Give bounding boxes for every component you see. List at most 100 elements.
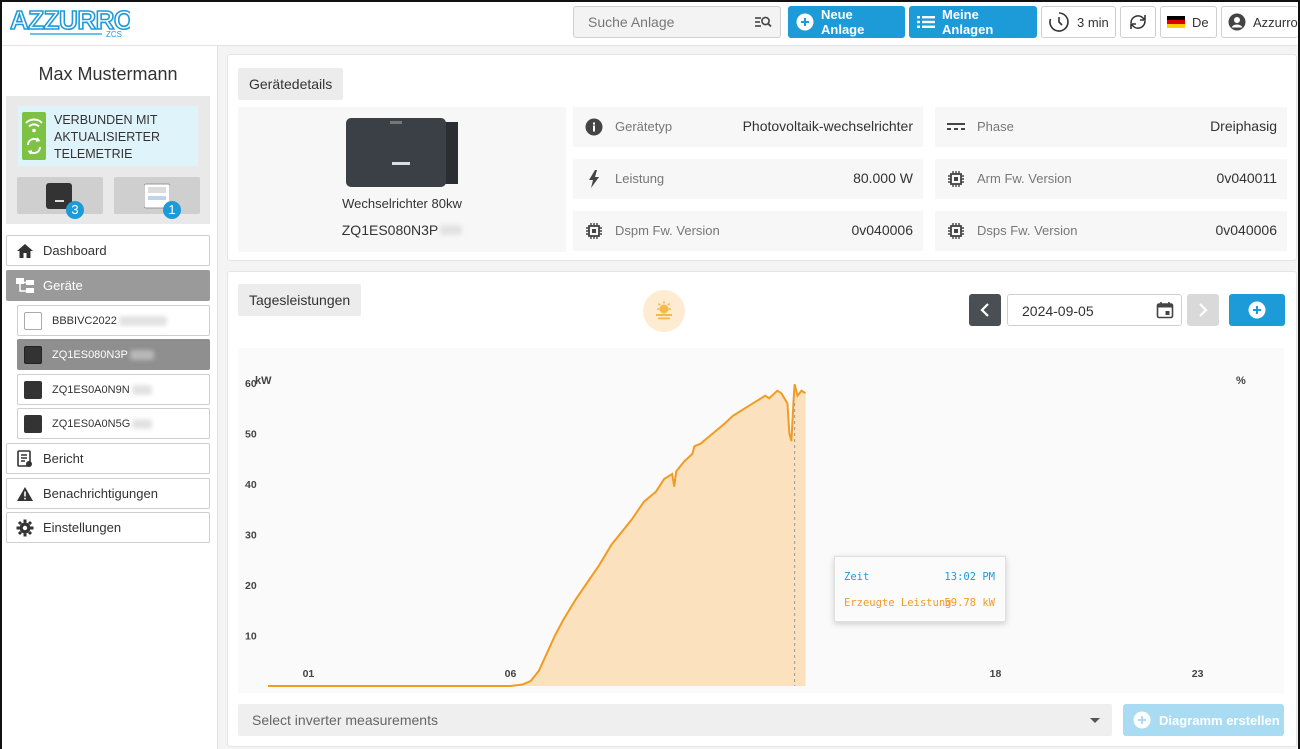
dspm-fw-value: 0v040006 [851,222,913,238]
device-label: BBBIVC2022 [52,314,117,327]
date-value: 2024-09-05 [1022,303,1094,319]
user-name: Max Mustermann [38,64,178,84]
device-details-panel: Gerätedetails Wechselrichter 80kw ZQ1ES0… [227,54,1297,261]
language-button[interactable]: De [1160,6,1217,38]
nav-notifications-label: Benachrichtigungen [43,486,158,501]
germany-flag-icon [1167,16,1185,28]
tooltip-time-label: Zeit [844,571,870,583]
inverter-icon [24,345,42,364]
details-title: Gerätedetails [238,68,344,100]
chevron-left-icon [980,303,989,317]
nav-dashboard[interactable]: Dashboard [6,235,210,266]
nav-devices[interactable]: Geräte [6,270,210,301]
sync-icon [1127,11,1149,33]
y-tick-label: 50 [245,429,257,441]
phase-icon [947,118,965,136]
date-picker[interactable]: 2024-09-05 [1007,294,1182,326]
x-tick-label: 06 [505,668,517,680]
device-item-inverter-selected[interactable]: ZQ1ES080N3P [17,339,210,370]
dsps-fw-value: 0v040006 [1215,222,1277,238]
user-icon [1228,13,1246,31]
connection-status: VERBUNDEN MIT AKTUALISIERTER TELEMETRIE [18,106,198,166]
tooltip-power-value: 59.78 kW [944,597,995,609]
nav-settings-label: Einstellungen [43,520,122,535]
device-item-inverter[interactable]: ZQ1ES0A0N9N [17,374,210,405]
arm-fw-label: Arm Fw. Version [977,171,1072,186]
chevron-right-icon [1199,303,1208,317]
device-serial: ZQ1ES080N3P [341,222,439,238]
refresh-interval-label: 3 min [1077,14,1109,30]
y-tick-label: 30 [245,530,257,542]
plus-circle-icon [1133,711,1151,729]
y-axis-unit-left: kW [255,375,272,387]
arm-fw-value: 0v040011 [1216,170,1277,186]
device-name: Wechselrichter 80kw [342,196,462,211]
meter-count-badge: 1 [163,201,181,219]
sidebar: Max Mustermann VERBUNDEN MIT AKTUALISIER… [2,46,218,749]
inverter-tile[interactable]: 3 [17,177,103,219]
search-input[interactable] [574,7,744,37]
top-bar: AZZURRO ZCS Neue Anlage Meine Anlagen [2,2,1298,46]
account-button[interactable]: Azzurro [1221,6,1298,38]
chart-svg: 102030405060 0106Noon1823 [245,378,1204,687]
chip-icon [947,222,965,240]
signal-sync-icon [22,112,46,160]
next-day-button[interactable] [1187,294,1219,326]
create-chart-button[interactable]: Diagramm erstellen [1123,704,1284,736]
plus-circle-icon [796,13,814,31]
sync-button[interactable] [1120,6,1156,38]
nav-report[interactable]: Bericht [6,443,210,474]
device-serial-row: ZQ1ES080N3P [238,222,566,238]
device-type-cell: Gerätetyp Photovoltaik-wechselrichter [573,107,923,147]
meter-tile[interactable]: 1 [114,177,200,219]
weather-sun-icon [643,290,685,332]
device-type-value: Photovoltaik-wechselrichter [742,118,913,134]
warning-icon [15,486,35,502]
gear-icon [15,519,35,537]
logo-sub: ZCS [106,30,122,39]
nav-notifications[interactable]: Benachrichtigungen [6,478,210,509]
dspm-fw-label: Dspm Fw. Version [615,223,720,238]
phase-cell: Phase Dreiphasig [935,107,1287,147]
list-icon [917,15,935,29]
device-card: Wechselrichter 80kw ZQ1ES080N3P [238,107,566,252]
chart-tooltip: Zeit 13:02 PM Erzeugte Leistung 59.78 kW [834,556,1006,622]
calendar-icon[interactable] [1156,301,1174,319]
measurement-select[interactable]: Select inverter measurements [238,704,1112,736]
nav-devices-label: Geräte [43,278,83,293]
device-label: ZQ1ES080N3P [52,348,128,361]
dspm-fw-cell: Dspm Fw. Version 0v040006 [573,211,923,251]
lightning-icon [585,170,603,188]
dsps-fw-cell: Dsps Fw. Version 0v040006 [935,211,1287,251]
search-box[interactable] [573,6,781,38]
nav-settings[interactable]: Einstellungen [6,512,210,543]
my-plants-button[interactable]: Meine Anlagen [909,6,1037,38]
main-content: Gerätedetails Wechselrichter 80kw ZQ1ES0… [218,46,1298,749]
power-cell: Leistung 80.000 W [573,159,923,199]
azzurro-logo[interactable]: AZZURRO ZCS [9,4,135,40]
daily-title: Tagesleistungen [238,284,362,316]
inverter-icon [24,414,42,433]
chip-icon [585,222,603,240]
chevron-down-icon [1090,718,1100,723]
tooltip-time-value: 13:02 PM [944,571,995,583]
dsps-fw-label: Dsps Fw. Version [977,223,1078,238]
y-tick-label: 10 [245,631,257,643]
nav-dashboard-label: Dashboard [43,243,107,258]
search-icon[interactable] [754,14,772,35]
y-tick-label: 20 [245,580,257,592]
refresh-interval-button[interactable]: 3 min [1041,6,1116,38]
previous-day-button[interactable] [969,294,1001,326]
add-chart-button[interactable] [1229,294,1285,326]
device-item-meter[interactable]: BBBIVC2022 [17,305,210,336]
chart-area[interactable]: 102030405060 0106Noon1823 kW % [238,348,1284,693]
timer-icon [1048,11,1070,33]
device-label: ZQ1ES0A0N5G [52,417,131,430]
my-plants-label: Meine Anlagen [942,7,994,37]
device-item-inverter[interactable]: ZQ1ES0A0N5G [17,408,210,439]
device-label: ZQ1ES0A0N9N [52,383,130,396]
phase-value: Dreiphasig [1210,118,1277,134]
plus-circle-icon [1248,301,1266,319]
new-plant-button[interactable]: Neue Anlage [788,6,905,38]
x-tick-label: 23 [1192,668,1204,680]
